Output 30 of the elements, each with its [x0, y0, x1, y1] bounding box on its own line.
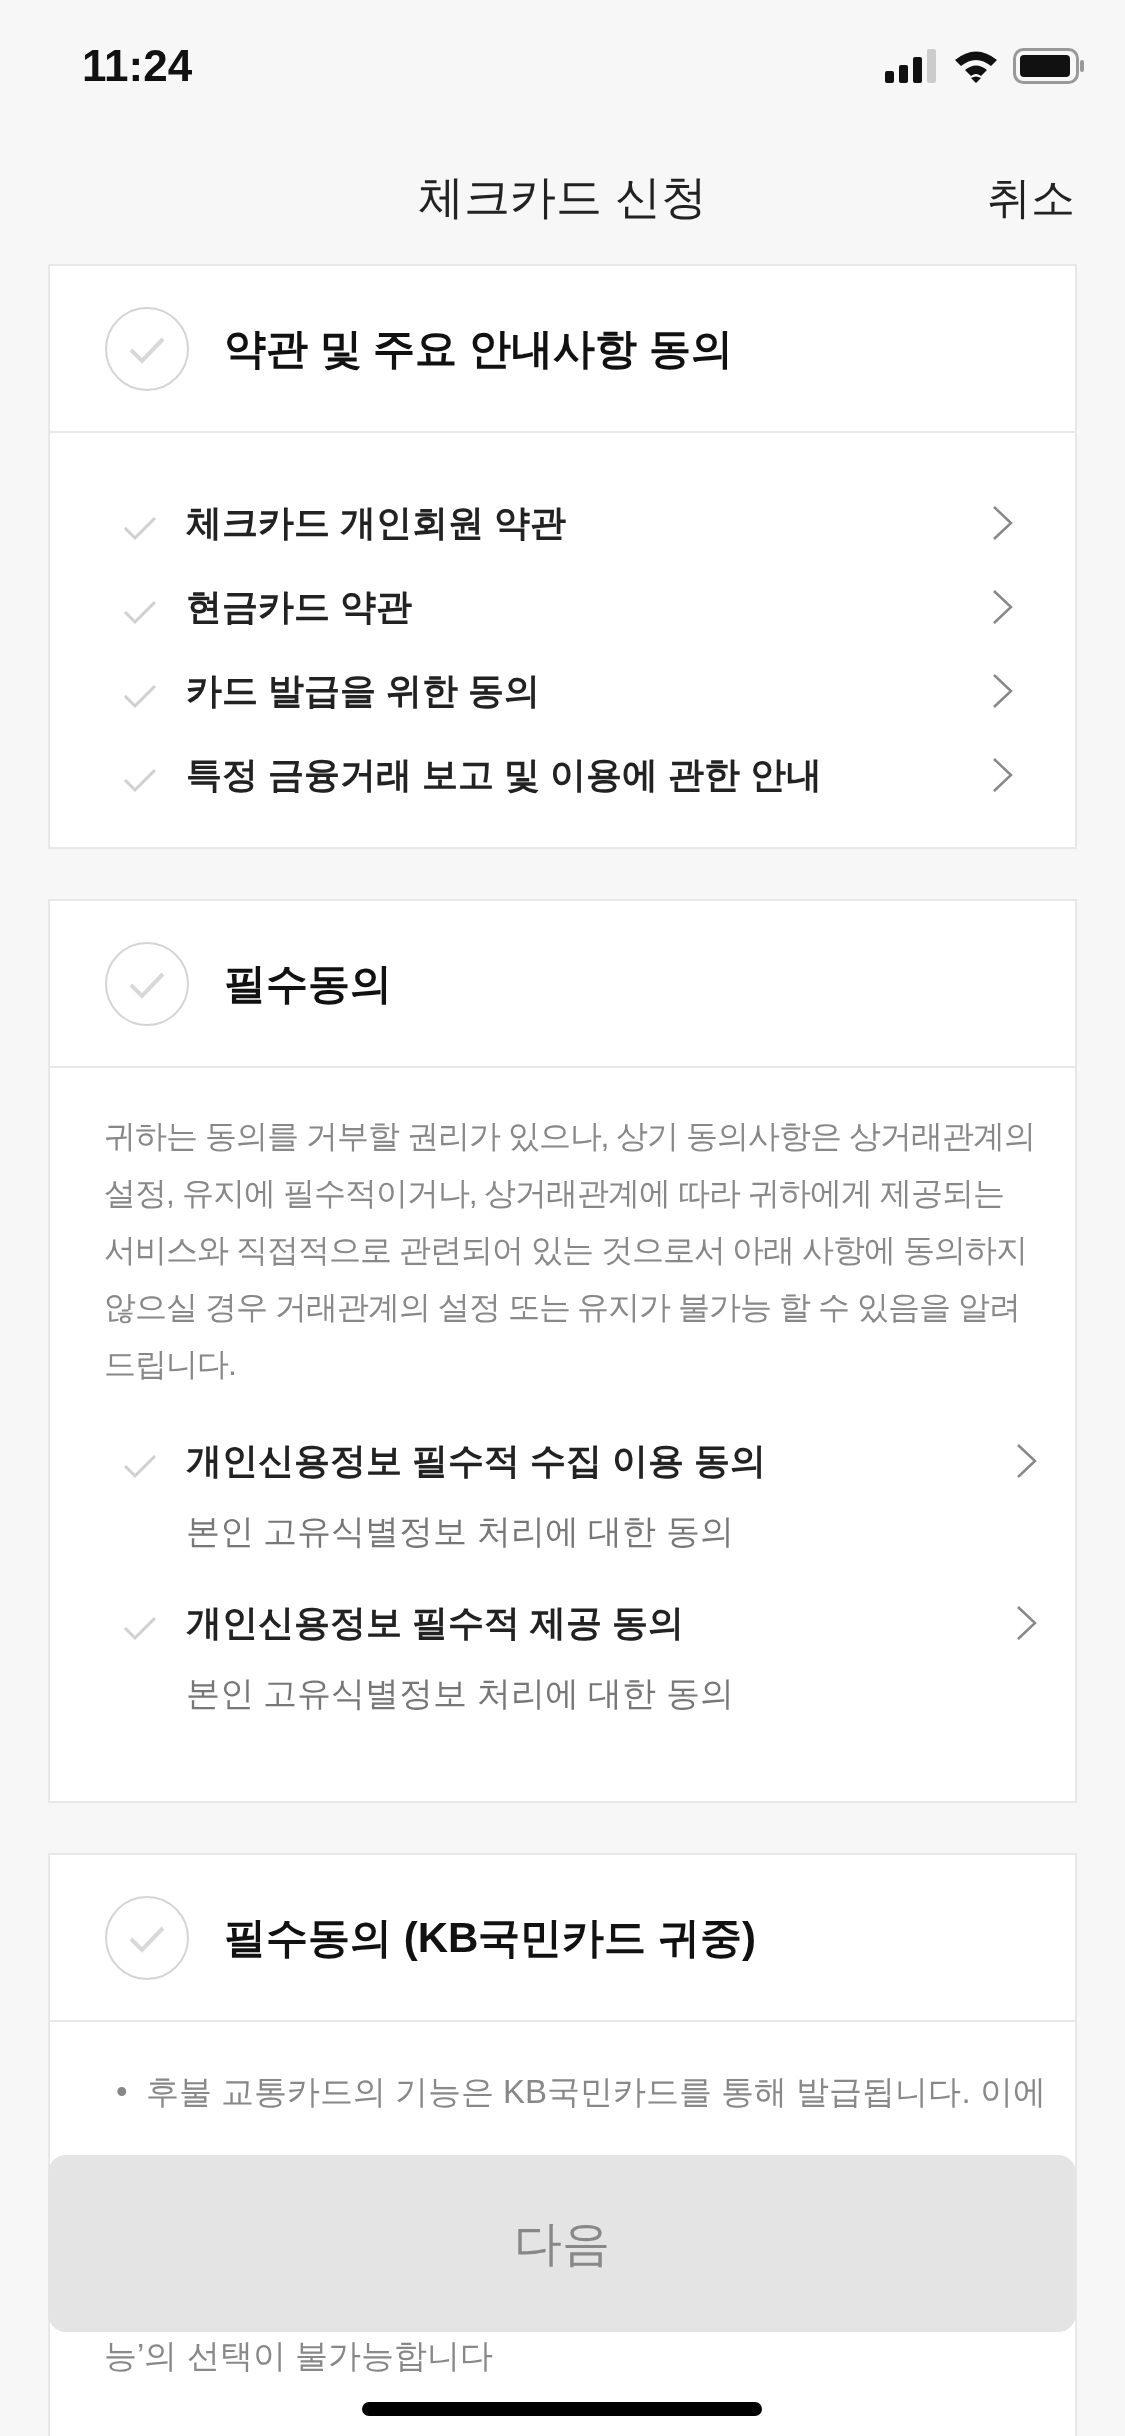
chevron-right-icon[interactable] — [1015, 1441, 1039, 1481]
wifi-icon — [953, 49, 999, 83]
terms-item[interactable]: 개인신용정보 필수적 제공 동의 — [186, 1595, 1015, 1651]
notice-text: 후불 교통카드의 기능은 KB국민카드를 통해 발급됩니다. 이에 — [145, 2072, 1046, 2112]
section-title: 약관 및 주요 안내사항 동의 — [224, 323, 733, 374]
check-circle-icon[interactable] — [104, 305, 190, 392]
terms-subtitle: 본인 고유식별정보 처리에 대한 동의 — [186, 1511, 735, 1552]
chevron-right-icon[interactable] — [991, 503, 1015, 543]
signal-icon — [885, 49, 939, 83]
cancel-button[interactable]: 취소 — [987, 168, 1075, 228]
battery-icon — [1013, 48, 1085, 84]
consent-description: 귀하는 동의를 거부할 권리가 있으나, 상기 동의사항은 상거래관계의 설정, 유지에 필수적이거나, 상거래관계에 따라 귀하에게 제공되는 서비스와 직접적으로 관련되어 있는 것으로서 아래 사항에 동의하지 않으실 경우 거래관계의 설정 또는 유지가 불가능 할 수 있음을 알려드립니다. — [104, 1117, 1037, 1384]
page-title: 체크카드 신청 — [418, 170, 707, 225]
check-circle-icon[interactable] — [104, 1894, 190, 1981]
chevron-right-icon[interactable] — [991, 587, 1015, 627]
notice-text: 능’의 선택이 불가능합니다 — [104, 2336, 494, 2376]
terms-subtitle: 본인 고유식별정보 처리에 대한 동의 — [186, 1673, 735, 1714]
terms-item[interactable]: 카드 발급을 위한 동의 — [186, 663, 991, 719]
chevron-right-icon[interactable] — [991, 671, 1015, 711]
terms-item[interactable]: 특정 금융거래 보고 및 이용에 관한 안내 — [186, 747, 991, 803]
terms-item[interactable]: 개인신용정보 필수적 수집 이용 동의 — [186, 1433, 1015, 1489]
chevron-right-icon[interactable] — [991, 755, 1015, 795]
check-circle-icon[interactable] — [104, 940, 190, 1027]
bullet: • — [116, 2072, 128, 2112]
terms-item[interactable]: 현금카드 약관 — [186, 579, 991, 635]
section-title: 필수동의 (KB국민카드 귀중) — [224, 1912, 756, 1963]
chevron-right-icon[interactable] — [1015, 1603, 1039, 1643]
terms-item[interactable]: 체크카드 개인회원 약관 — [186, 495, 991, 551]
status-time: 11:24 — [82, 41, 193, 91]
section-title: 필수동의 — [224, 958, 392, 1009]
